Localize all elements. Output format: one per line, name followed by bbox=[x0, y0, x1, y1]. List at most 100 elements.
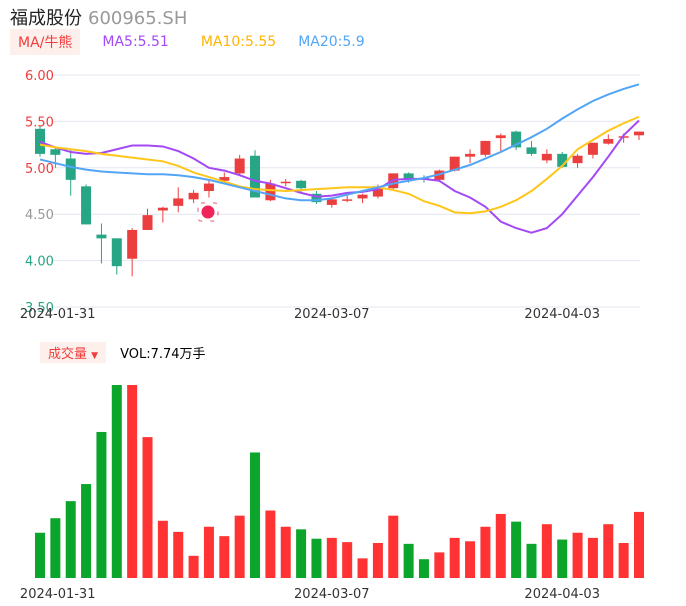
volume-bar bbox=[603, 524, 614, 578]
candle bbox=[587, 142, 598, 159]
candle-body bbox=[280, 181, 291, 184]
ma20-line bbox=[39, 83, 640, 202]
volume-bar bbox=[127, 385, 138, 578]
candle-body bbox=[35, 128, 45, 154]
candle-body bbox=[572, 155, 583, 164]
volume-bar bbox=[311, 538, 322, 578]
volume-bar bbox=[173, 531, 184, 578]
candle-body bbox=[81, 186, 92, 225]
candle-body bbox=[495, 135, 506, 139]
volume-bar bbox=[219, 536, 230, 578]
candle-body bbox=[634, 131, 644, 136]
volume-bar bbox=[449, 537, 460, 578]
candle bbox=[65, 149, 76, 196]
candle-body bbox=[465, 153, 476, 157]
volume-bar bbox=[388, 515, 399, 578]
volume-bar bbox=[326, 537, 337, 578]
bull-bear-badge-icon bbox=[197, 202, 219, 222]
volume-bar bbox=[142, 437, 153, 578]
candle bbox=[480, 140, 491, 157]
candle bbox=[173, 187, 184, 213]
candle bbox=[526, 140, 537, 156]
volume-bar bbox=[511, 521, 522, 578]
volume-bar bbox=[35, 532, 45, 578]
candle-body bbox=[50, 149, 61, 155]
volume-bar bbox=[418, 559, 429, 578]
candle bbox=[111, 238, 122, 275]
volume-bar bbox=[572, 532, 583, 578]
x-tick-label: 2024-03-07 bbox=[294, 587, 370, 602]
volume-bar bbox=[372, 542, 383, 578]
volume-bar bbox=[234, 515, 245, 578]
volume-bar bbox=[96, 431, 107, 578]
badge-dot bbox=[201, 205, 215, 219]
volume-bar bbox=[280, 526, 291, 578]
volume-bar bbox=[357, 558, 368, 578]
candle bbox=[81, 184, 92, 225]
y-tick-label: 4.50 bbox=[25, 208, 54, 223]
candle-body bbox=[65, 158, 76, 180]
volume-bar bbox=[296, 529, 307, 578]
volume-bar bbox=[265, 510, 276, 578]
volume-bar bbox=[480, 526, 491, 578]
volume-bar bbox=[465, 541, 476, 578]
volume-bar bbox=[81, 484, 92, 578]
candle bbox=[142, 208, 153, 230]
candle-body bbox=[357, 194, 368, 199]
candle-body bbox=[234, 158, 245, 174]
candle-body bbox=[342, 199, 353, 201]
candle-body bbox=[296, 180, 307, 189]
volume-bar bbox=[587, 537, 598, 578]
candle-body bbox=[326, 199, 337, 205]
volume-bar bbox=[342, 542, 353, 578]
x-tick-label: 2024-04-03 bbox=[524, 587, 600, 602]
volume-bar bbox=[65, 501, 76, 578]
candle bbox=[357, 193, 368, 204]
volume-bar bbox=[111, 385, 122, 578]
candle-body bbox=[265, 183, 276, 201]
x-tick-label: 2024-01-31 bbox=[20, 307, 96, 322]
candle bbox=[35, 126, 45, 157]
candle bbox=[96, 223, 107, 264]
x-tick-label: 2024-01-31 bbox=[20, 587, 96, 602]
candle-body bbox=[541, 153, 552, 161]
volume-bar bbox=[50, 518, 61, 578]
candle bbox=[634, 131, 644, 140]
volume-bar bbox=[634, 511, 644, 578]
candle bbox=[465, 149, 476, 164]
y-tick-label: 5.00 bbox=[25, 162, 54, 177]
candle-body bbox=[526, 147, 537, 154]
volume-bar bbox=[203, 526, 214, 578]
volume-bar bbox=[250, 452, 261, 578]
candle-body bbox=[111, 238, 122, 267]
candle bbox=[188, 190, 199, 204]
volume-bar bbox=[188, 555, 199, 578]
candle-body bbox=[157, 207, 168, 211]
y-tick-label: 4.00 bbox=[25, 255, 54, 270]
candle bbox=[342, 195, 353, 203]
volume-bar bbox=[157, 520, 168, 578]
volume-bar bbox=[403, 543, 414, 578]
x-tick-label: 2024-04-03 bbox=[524, 307, 600, 322]
kline-chart[interactable]: 6.005.505.004.504.003.502024-01-312024-0… bbox=[0, 0, 686, 606]
volume-bar bbox=[541, 524, 552, 578]
candle-body bbox=[603, 139, 614, 144]
y-tick-label: 5.50 bbox=[25, 115, 54, 130]
candle bbox=[603, 134, 614, 145]
candle-body bbox=[203, 183, 214, 191]
candle-body bbox=[96, 234, 107, 239]
volume-bar bbox=[495, 513, 506, 578]
volume-bar bbox=[526, 543, 537, 578]
volume-bar bbox=[618, 542, 629, 578]
candle-body bbox=[188, 192, 199, 200]
y-tick-label: 6.00 bbox=[25, 69, 54, 84]
candle-body bbox=[142, 215, 153, 230]
candle-body bbox=[587, 142, 598, 155]
candle-body bbox=[480, 140, 491, 155]
candle bbox=[572, 153, 583, 168]
x-tick-label: 2024-03-07 bbox=[294, 307, 370, 322]
candle bbox=[234, 154, 245, 176]
candle-body bbox=[127, 229, 138, 259]
candle bbox=[280, 178, 291, 187]
candle-body bbox=[173, 198, 184, 206]
